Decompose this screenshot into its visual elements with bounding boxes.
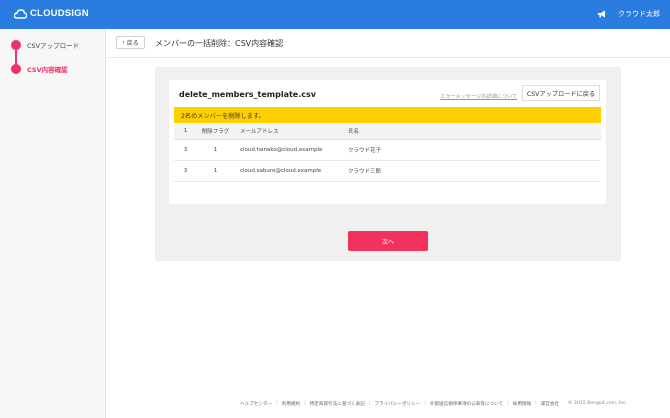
footer-separator: | xyxy=(368,401,371,406)
row-index: 3 xyxy=(174,160,197,182)
row-delete-flag: 1 xyxy=(197,160,234,182)
copyright: © 2015 Bengo4.com, Inc. xyxy=(568,401,628,406)
step-csv-confirm: CSV内容確認 xyxy=(11,64,68,74)
step-dot xyxy=(11,64,21,74)
error-details-link[interactable]: エラーメッセージの詳細について xyxy=(440,93,517,100)
header-delete-flag: 削除フラグ xyxy=(197,123,234,140)
top-right-area: クラウド太郎 xyxy=(597,9,660,19)
footer-separator: | xyxy=(507,401,509,406)
table-row: 3 1 cloud.saburo@cloud.example クラウド三郎 xyxy=(174,160,601,182)
footer-link-commerce[interactable]: 特定商取引法に基づく表記 xyxy=(310,401,365,407)
sidebar: CSVアップロード CSV内容確認 xyxy=(0,29,106,418)
footer-link-external[interactable]: 外部送信規律事項の公表等について xyxy=(430,401,503,407)
footer-separator: | xyxy=(276,401,278,406)
chevron-left-icon: ‹ xyxy=(122,39,125,46)
members-table: 1 削除フラグ メールアドレス 氏名 3 1 cloud.hanako@clou… xyxy=(174,123,601,182)
footer-link-terms[interactable]: 利用規約 xyxy=(282,401,300,407)
delete-notice: 2名のメンバーを削除します。 xyxy=(174,107,601,123)
logo-text: CLOUDSIGN xyxy=(30,8,89,19)
page-title: メンバーの一括削除：CSV内容確認 xyxy=(155,39,284,48)
step-csv-upload: CSVアップロード xyxy=(11,40,79,50)
footer-separator: | xyxy=(535,401,537,406)
footer-link-recruit[interactable]: 採用情報 xyxy=(513,401,531,407)
footer-link-company[interactable]: 運営会社 xyxy=(541,401,559,407)
footer-separator: | xyxy=(424,401,426,406)
header-index: 1 xyxy=(174,123,197,140)
header-name: 氏名 xyxy=(342,123,601,140)
csv-card: delete_members_template.csv エラーメッセージの詳細に… xyxy=(169,80,606,204)
step-label: CSVアップロード xyxy=(27,42,80,50)
row-name: クラウド三郎 xyxy=(342,160,601,182)
table-header-row: 1 削除フラグ メールアドレス 氏名 xyxy=(174,123,601,140)
back-button[interactable]: ‹ 戻る xyxy=(116,36,145,49)
footer-separator: | xyxy=(304,401,306,406)
table-row: 3 1 cloud.hanako@cloud.example クラウド花子 xyxy=(174,139,601,161)
user-name[interactable]: クラウド太郎 xyxy=(618,9,660,19)
return-to-upload-button[interactable]: CSVアップロードに戻る xyxy=(522,85,600,101)
megaphone-icon[interactable] xyxy=(597,10,606,18)
main-panel: delete_members_template.csv エラーメッセージの詳細に… xyxy=(155,67,621,261)
step-dot xyxy=(11,40,21,50)
next-button[interactable]: 次へ xyxy=(348,231,428,251)
back-label: 戻る xyxy=(126,40,139,47)
page-header: ‹ 戻る メンバーの一括削除：CSV内容確認 xyxy=(107,29,670,58)
row-email: cloud.hanako@cloud.example xyxy=(234,139,342,161)
footer-link-help[interactable]: ヘルプセンター xyxy=(240,401,272,407)
row-index: 3 xyxy=(174,139,197,161)
step-label: CSV内容確認 xyxy=(27,66,68,74)
csv-filename: delete_members_template.csv xyxy=(179,90,316,99)
cloud-logo-icon xyxy=(14,8,27,19)
row-email: cloud.saburo@cloud.example xyxy=(234,160,342,182)
footer-links: ヘルプセンター | 利用規約 | 特定商取引法に基づく表記 | プライバシーポリ… xyxy=(240,401,559,407)
footer-link-privacy[interactable]: プライバシーポリシー xyxy=(374,401,420,407)
header-email: メールアドレス xyxy=(234,123,342,140)
top-bar: CLOUDSIGN クラウド太郎 xyxy=(0,0,670,29)
row-name: クラウド花子 xyxy=(342,139,601,161)
row-delete-flag: 1 xyxy=(197,139,234,161)
logo[interactable]: CLOUDSIGN xyxy=(14,8,89,19)
